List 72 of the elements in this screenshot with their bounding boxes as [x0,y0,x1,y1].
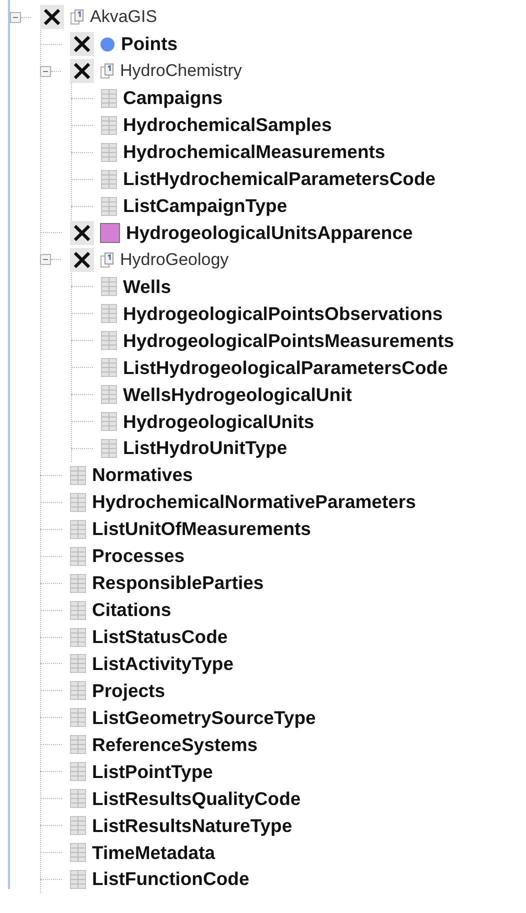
layer-label[interactable]: Points [121,33,178,56]
layer-label[interactable]: HydrogeologicalUnits [123,410,314,433]
layer-label[interactable]: ResponsibleParties [92,572,264,594]
table-icon [70,546,86,566]
table-icon [70,492,86,512]
table-icon [101,277,117,296]
layer-label[interactable]: ListResultsNatureType [92,814,292,837]
layer-label[interactable]: HydrogeologicalUnitsApparence [126,222,413,244]
group-label[interactable]: HydroChemistry [120,61,242,82]
layer-label[interactable]: ListFunctionCode [92,868,250,890]
layer-label[interactable]: Normatives [92,464,193,486]
table-icon [70,708,86,728]
layer-label[interactable]: ListPointType [92,760,213,783]
table-icon [101,196,117,216]
table-icon [70,520,86,539]
layer-label[interactable]: HydrogeologicalPointsObservations [123,302,443,325]
layer-label[interactable]: Processes [92,545,185,568]
table-icon [101,170,117,189]
collapse-icon[interactable] [40,66,51,77]
layer-label[interactable]: HydrogeologicalPointsMeasurements [123,330,454,352]
layer-label[interactable]: TimeMetadata [92,842,216,864]
table-icon [70,681,86,700]
table-icon [101,385,117,404]
layer-label[interactable]: ListStatusCode [92,626,228,648]
layer-label[interactable]: WellsHydrogeologicalUnit [123,384,352,406]
table-icon [70,574,86,593]
table-icon [70,789,86,808]
layer-label[interactable]: ListUnitOfMeasurements [92,518,311,540]
collapse-icon[interactable] [40,254,51,266]
layer-label[interactable]: ListHydroUnitType [123,437,288,460]
table-icon [101,88,117,108]
layer-label[interactable]: ListHydrogeologicalParametersCode [123,356,448,379]
layers-icon [100,63,114,80]
group-label[interactable]: HydroGeology [120,250,229,270]
table-icon [70,816,86,836]
layer-label[interactable]: HydrochemicalSamples [123,114,332,136]
layers-icon [70,9,84,26]
table-icon [101,412,117,432]
table-icon [101,358,117,378]
table-icon [70,843,86,862]
layer-label[interactable]: ReferenceSystems [92,734,258,756]
layer-label[interactable]: ListCampaignType [123,195,288,218]
layer-label[interactable]: ListActivityType [92,652,234,675]
checkbox[interactable] [40,5,64,30]
table-icon [101,116,117,135]
table-icon [70,870,86,889]
layer-label[interactable]: HydrochemicalNormativeParameters [92,491,416,514]
checkbox[interactable] [70,248,94,272]
table-icon [70,654,86,674]
layer-label[interactable]: ListGeometrySourceType [92,706,316,729]
table-icon [70,600,86,620]
table-icon [70,735,86,754]
table-icon [101,331,117,350]
layer-label[interactable]: ListResultsQualityCode [92,788,301,810]
layer-label[interactable]: Wells [123,276,171,298]
layer-label[interactable]: Campaigns [123,87,223,110]
table-icon [70,628,86,647]
table-icon [70,466,86,485]
collapse-icon[interactable] [10,12,21,23]
layer-label[interactable]: HydrochemicalMeasurements [123,141,386,164]
checkbox[interactable] [70,59,94,84]
table-icon [101,142,117,162]
table-icon [70,762,86,782]
group-label[interactable]: AkvaGIS [90,7,158,28]
table-icon [101,304,117,324]
checkbox[interactable] [70,32,94,56]
layer-label[interactable]: ListHydrochemicalParametersCode [123,168,436,190]
checkbox[interactable] [70,220,94,245]
table-icon [101,438,117,458]
layers-icon [100,252,114,268]
layer-label[interactable]: Citations [92,599,172,622]
layer-label[interactable]: Projects [92,680,166,702]
